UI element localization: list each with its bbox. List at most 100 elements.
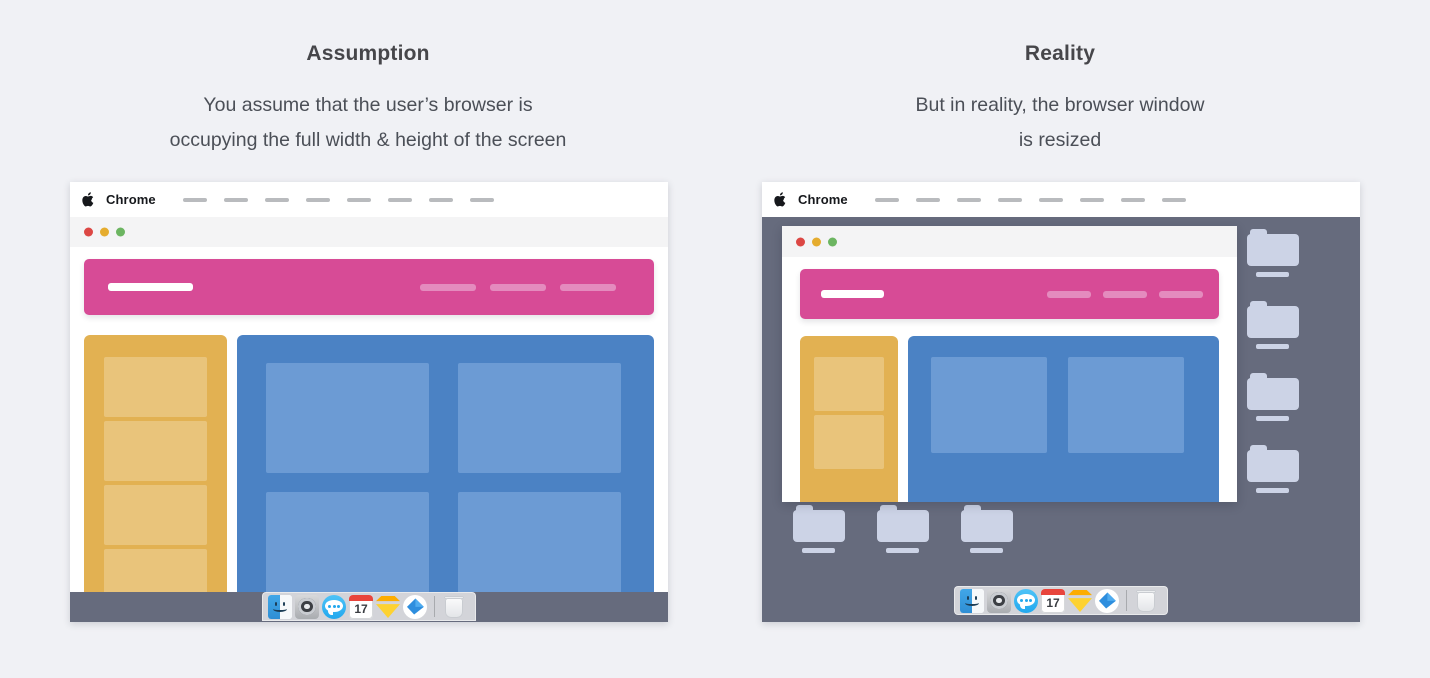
nav-link-2-right[interactable] <box>1103 291 1147 298</box>
sidebar-item-1-left[interactable] <box>104 357 207 417</box>
folder-label <box>1256 488 1289 493</box>
menu-item-1[interactable] <box>874 197 899 202</box>
content-card-4-left[interactable] <box>458 492 621 602</box>
menu-item-4[interactable] <box>997 197 1022 202</box>
calendar-day: 17 <box>354 601 368 616</box>
close-button-right[interactable] <box>796 237 805 246</box>
minimize-button-left[interactable] <box>100 227 109 237</box>
desktop-folder-r2[interactable] <box>1247 301 1299 349</box>
desktop-folder-b1[interactable] <box>793 505 845 553</box>
folder-body-icon <box>1247 306 1299 338</box>
maximize-button-left[interactable] <box>116 227 125 237</box>
minimize-button-right[interactable] <box>812 237 821 246</box>
menu-item-8[interactable] <box>1161 197 1186 202</box>
nav-link-2-left[interactable] <box>490 284 546 291</box>
content-card-1-left[interactable] <box>266 363 429 473</box>
reality-subtitle-line2: is resized <box>1018 129 1102 151</box>
sidebar-item-2-right[interactable] <box>814 415 884 469</box>
sketch-icon[interactable] <box>376 595 400 619</box>
nav-link-3-left[interactable] <box>560 284 616 291</box>
menu-item-8[interactable] <box>469 197 494 202</box>
site-logo-right[interactable] <box>821 290 884 298</box>
bubble-dot-3 <box>336 604 340 608</box>
menu-item-4[interactable] <box>305 197 330 202</box>
menu-app-name-right: Chrome <box>798 192 848 207</box>
desktop-folder-b3[interactable] <box>961 505 1013 553</box>
folder-body-icon <box>877 510 929 542</box>
maximize-button-right[interactable] <box>828 237 837 246</box>
browser-titlebar-right <box>782 226 1237 257</box>
menu-item-5[interactable] <box>346 197 371 202</box>
trash-can <box>1137 592 1155 612</box>
folder-label <box>970 548 1003 553</box>
menu-item-2[interactable] <box>223 197 248 202</box>
folder-body-icon <box>1247 450 1299 482</box>
sketch-bottom-facet <box>376 604 400 618</box>
site-header-right <box>800 269 1219 319</box>
desktop-folder-r3[interactable] <box>1247 373 1299 421</box>
folder-body-icon <box>961 510 1013 542</box>
sketch-top-facet <box>376 595 400 602</box>
system-preferences-icon[interactable] <box>987 588 1011 613</box>
gear-glyph <box>298 597 316 616</box>
calendar-icon[interactable]: 17 <box>1041 588 1065 613</box>
content-card-2-left[interactable] <box>458 363 621 473</box>
folder-body-icon <box>1247 378 1299 410</box>
desktop-folder-r4[interactable] <box>1247 445 1299 493</box>
menu-item-7[interactable] <box>428 197 453 202</box>
messages-icon[interactable] <box>322 594 346 619</box>
reality-subtitle: But in reality, the browser window is re… <box>760 88 1360 158</box>
assumption-mock: Chrome 17 <box>70 182 668 622</box>
sidebar-item-3-left[interactable] <box>104 485 207 545</box>
site-sidebar-left <box>84 335 227 622</box>
safari-icon[interactable] <box>1095 588 1119 613</box>
menu-item-5[interactable] <box>1038 197 1063 202</box>
menu-item-2[interactable] <box>915 197 940 202</box>
messages-icon[interactable] <box>1014 588 1038 613</box>
trash-icon[interactable] <box>442 595 466 619</box>
finder-eye-left <box>966 595 969 600</box>
calendar-icon[interactable]: 17 <box>349 594 373 619</box>
menu-item-6[interactable] <box>387 197 412 202</box>
finder-icon[interactable] <box>960 588 984 613</box>
menu-item-3[interactable] <box>264 197 289 202</box>
assumption-title: Assumption <box>306 42 430 65</box>
site-content-left <box>237 335 654 622</box>
safari-icon[interactable] <box>403 594 427 619</box>
reality-title: Reality <box>1024 42 1096 65</box>
nav-link-3-right[interactable] <box>1159 291 1203 298</box>
desktop-folder-r1[interactable] <box>1247 229 1299 277</box>
desktop-folder-b2[interactable] <box>877 505 929 553</box>
content-card-2-right[interactable] <box>1068 357 1184 453</box>
site-sidebar-right <box>800 336 898 502</box>
trash-icon[interactable] <box>1134 589 1158 613</box>
nav-link-1-left[interactable] <box>420 284 476 291</box>
folder-body-icon <box>1247 234 1299 266</box>
gear-glyph <box>990 591 1008 610</box>
browser-window-right <box>782 226 1237 502</box>
menu-item-3[interactable] <box>956 197 981 202</box>
sketch-top-facet <box>1068 589 1092 596</box>
menu-item-7[interactable] <box>1120 197 1145 202</box>
nav-link-1-right[interactable] <box>1047 291 1091 298</box>
bubble-dot-2 <box>1024 598 1028 602</box>
site-logo-left[interactable] <box>108 283 193 291</box>
webpage-body-left <box>70 247 668 622</box>
sketch-icon[interactable] <box>1068 589 1092 613</box>
content-card-1-right[interactable] <box>931 357 1047 453</box>
finder-icon[interactable] <box>268 594 292 619</box>
system-preferences-icon[interactable] <box>295 594 319 619</box>
sidebar-item-2-left[interactable] <box>104 421 207 481</box>
dock-separator <box>1126 590 1127 611</box>
menu-item-6[interactable] <box>1079 197 1104 202</box>
mac-menu-bar-left: Chrome <box>70 182 668 217</box>
desktop-right: 17 <box>762 217 1360 622</box>
content-card-3-left[interactable] <box>266 492 429 602</box>
sketch-bottom-facet <box>1068 598 1092 612</box>
close-button-left[interactable] <box>84 227 93 237</box>
infographic-stage: Assumption You assume that the user’s br… <box>0 0 1430 678</box>
menu-item-1[interactable] <box>182 197 207 202</box>
reality-subtitle-line1: But in reality, the browser window <box>915 94 1205 116</box>
sidebar-item-1-right[interactable] <box>814 357 884 411</box>
menu-app-name-left: Chrome <box>106 192 156 207</box>
